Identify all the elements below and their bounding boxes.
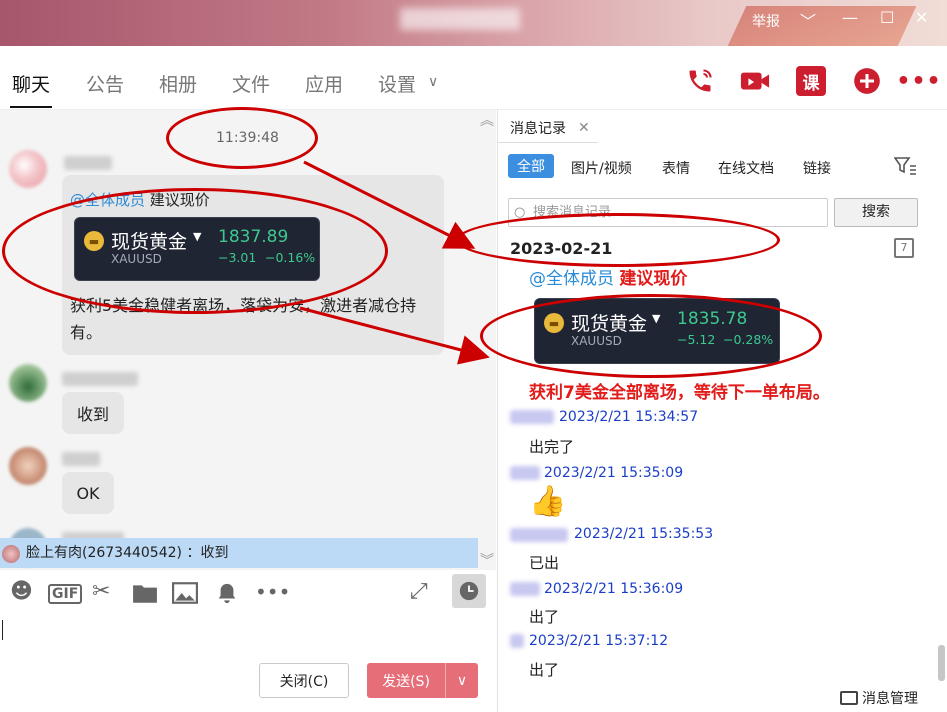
- scrollbar-thumb[interactable]: [938, 645, 945, 681]
- add-icon[interactable]: [852, 66, 882, 96]
- message-time: 2023/2/21 15:35:53: [574, 526, 714, 542]
- sender-name-blurred: [62, 372, 138, 386]
- message-manage-button[interactable]: 消息管理: [840, 688, 918, 708]
- avatar: [2, 545, 20, 563]
- message-history-panel: 消息记录 ✕ 全部 图片/视频 表情 在线文档 链接 ○ 搜索消息记录 搜索 2…: [497, 110, 947, 712]
- post-body: 获利7美金全部离场，等待下一单布局。: [529, 383, 830, 403]
- collapse-icon[interactable]: ︽: [480, 110, 494, 130]
- avatar[interactable]: [9, 447, 47, 485]
- sender-name-blurred: [62, 452, 100, 466]
- filter-all[interactable]: 全部: [508, 154, 554, 178]
- history-filters: 全部 图片/视频 表情 在线文档 链接: [498, 154, 947, 186]
- tab-album[interactable]: 相册: [159, 70, 197, 97]
- more-icon[interactable]: •••: [255, 580, 290, 604]
- chat-area: ︽ 11:39:48 @全体成员 建议现价 ▬ 现货黄金 ▼ XAUUSD 18…: [0, 110, 496, 570]
- emoji-icon[interactable]: ☻: [10, 579, 33, 604]
- avatar[interactable]: [9, 150, 47, 188]
- thumbs-up-emoji[interactable]: 👍: [529, 484, 566, 519]
- message-manage-icon: [840, 691, 858, 705]
- history-tab-title[interactable]: 消息记录: [510, 118, 566, 138]
- bell-icon[interactable]: [216, 582, 238, 609]
- text-cursor: [2, 620, 3, 640]
- search-button[interactable]: 搜索: [834, 198, 918, 227]
- lesson-icon[interactable]: 课: [796, 66, 826, 96]
- calendar-icon[interactable]: 7: [894, 238, 914, 258]
- title-bar: 举报 ﹀ — ☐ ✕: [0, 0, 947, 46]
- sender-name-blurred: [510, 528, 568, 542]
- annotation-ellipse: [480, 294, 822, 378]
- send-button[interactable]: 发送(S): [367, 663, 445, 698]
- close-button[interactable]: 关闭(C): [259, 663, 349, 698]
- chevron-down-icon[interactable]: ∨: [428, 74, 438, 90]
- avatar[interactable]: [9, 364, 47, 402]
- annotation-ellipse: [456, 213, 780, 267]
- tab-apps[interactable]: 应用: [305, 70, 343, 97]
- message-time: 2023/2/21 15:37:12: [529, 633, 669, 649]
- filter-media[interactable]: 图片/视频: [571, 158, 632, 178]
- filter-icon[interactable]: [893, 156, 916, 180]
- message-input-area[interactable]: 关闭(C) 发送(S) ∨: [0, 618, 496, 712]
- history-message[interactable]: 出了: [529, 606, 559, 627]
- input-toolbar: ☻ GIF ✂ ••• ⤢: [0, 570, 496, 618]
- maximize-icon[interactable]: ☐: [880, 8, 894, 27]
- message-bubble[interactable]: OK: [62, 472, 114, 514]
- close-icon[interactable]: ✕: [915, 8, 928, 27]
- history-message[interactable]: 已出: [529, 552, 559, 573]
- gif-icon[interactable]: GIF: [48, 584, 83, 604]
- message-time: 2023/2/21 15:35:09: [544, 465, 684, 481]
- group-name-blurred: [400, 8, 520, 30]
- more-icon[interactable]: •••: [896, 66, 940, 96]
- close-icon[interactable]: ✕: [578, 120, 590, 136]
- notice-text: 脸上有肉(2673440542) ：收到: [26, 545, 229, 561]
- annotation-ellipse: [2, 188, 388, 314]
- phone-call-icon[interactable]: [685, 66, 715, 96]
- chevron-down-icon[interactable]: ﹀: [800, 8, 816, 32]
- annotation-ellipse: [166, 107, 318, 169]
- message-time: 2023/2/21 15:36:09: [544, 581, 684, 597]
- video-call-icon[interactable]: [740, 66, 770, 96]
- tab-settings[interactable]: 设置: [378, 70, 416, 97]
- history-message[interactable]: 出完了: [529, 436, 574, 457]
- message-bubble[interactable]: 收到: [62, 392, 124, 434]
- tab-chat[interactable]: 聊天: [9, 70, 53, 108]
- folder-icon[interactable]: [132, 582, 158, 609]
- new-message-notice[interactable]: 脸上有肉(2673440542) ：收到: [0, 538, 478, 568]
- divider: [498, 142, 598, 143]
- filter-docs[interactable]: 在线文档: [718, 158, 774, 178]
- report-button[interactable]: 举报: [752, 11, 780, 31]
- sender-name-blurred: [510, 634, 524, 648]
- top-tabs: 聊天 公告 相册 文件 应用 设置 ∨ 课 •••: [0, 46, 947, 110]
- filter-links[interactable]: 链接: [803, 158, 831, 178]
- send-options-chevron-icon[interactable]: ∨: [445, 663, 478, 698]
- expand-input-icon[interactable]: ⤢: [410, 579, 428, 604]
- image-icon[interactable]: [172, 582, 198, 609]
- filter-emoji[interactable]: 表情: [662, 158, 690, 178]
- minimize-icon[interactable]: —: [842, 8, 858, 27]
- scissors-icon[interactable]: ✂: [92, 579, 110, 604]
- tab-announcement[interactable]: 公告: [86, 70, 124, 97]
- history-clock-icon[interactable]: [452, 574, 486, 608]
- sender-name-blurred: [510, 582, 540, 596]
- mention-all[interactable]: @全体成员: [529, 269, 614, 289]
- post-text: 建议现价: [619, 269, 688, 289]
- message-time: 2023/2/21 15:34:57: [559, 409, 699, 425]
- tab-files[interactable]: 文件: [232, 70, 270, 97]
- sender-name-blurred: [64, 156, 112, 170]
- expand-icon[interactable]: ︾: [480, 550, 494, 570]
- sender-name-blurred: [510, 410, 554, 424]
- history-message[interactable]: 出了: [529, 659, 559, 680]
- sender-name-blurred: [510, 466, 540, 480]
